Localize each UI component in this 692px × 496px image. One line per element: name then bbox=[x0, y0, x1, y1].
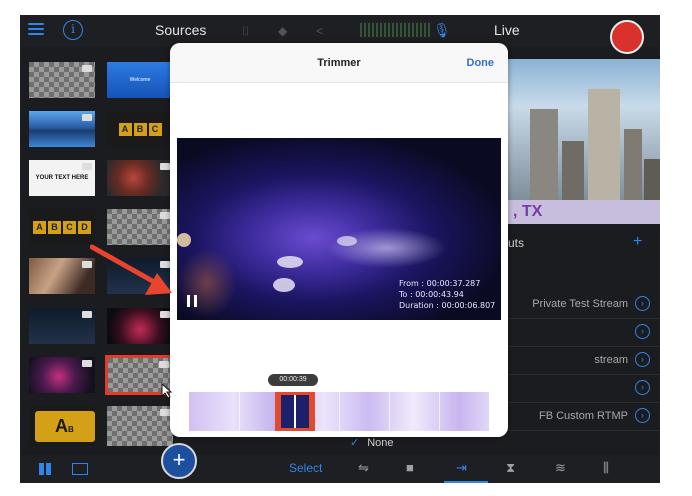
output-row[interactable]: › bbox=[500, 375, 660, 403]
source-thumb-abcd[interactable]: A B C D bbox=[29, 209, 95, 245]
output-row[interactable]: stream › bbox=[500, 347, 660, 375]
camera-icon[interactable]: ⌷ bbox=[242, 24, 249, 39]
menu-icon[interactable] bbox=[28, 23, 44, 37]
chevron-right-icon[interactable]: › bbox=[635, 352, 650, 367]
camera-icon[interactable]: ■ bbox=[406, 460, 414, 475]
live-preview bbox=[500, 59, 660, 219]
outputs-heading: uts bbox=[508, 236, 525, 250]
big-letter: A bbox=[55, 416, 68, 436]
source-thumb-empty-3[interactable] bbox=[107, 406, 173, 446]
big-letter-sub: B bbox=[68, 425, 74, 434]
trim-range-handle[interactable] bbox=[275, 392, 315, 431]
abc-letter: A bbox=[118, 122, 132, 136]
pause-icon[interactable] bbox=[187, 295, 197, 307]
none-label: None bbox=[367, 437, 394, 449]
select-button[interactable]: Select bbox=[289, 461, 322, 475]
output-label: FB Custom RTMP bbox=[538, 410, 628, 422]
abcd-letter: A bbox=[33, 220, 46, 234]
live-title: Live bbox=[494, 22, 520, 38]
your-text-label: YOUR TEXT HERE bbox=[35, 175, 89, 181]
grid-view-icon[interactable] bbox=[39, 463, 51, 475]
output-row[interactable]: Private Test Stream › bbox=[500, 291, 660, 319]
image-icon bbox=[160, 163, 170, 170]
done-button[interactable]: Done bbox=[467, 57, 495, 69]
layout-icon[interactable] bbox=[72, 463, 88, 475]
output-icon[interactable]: ⇥ bbox=[456, 460, 467, 476]
sources-title: Sources bbox=[155, 22, 207, 38]
levels-icon[interactable]: ⫼ bbox=[603, 460, 609, 476]
video-preview[interactable]: From : 00:00:37.287 To : 00:00:43.94 Dur… bbox=[177, 138, 501, 320]
abcd-letter: B bbox=[48, 220, 61, 234]
modal-header: Trimmer Done bbox=[170, 43, 508, 83]
none-option[interactable]: ✓ None bbox=[350, 436, 394, 449]
source-thumb-big-a[interactable]: AB bbox=[29, 406, 95, 446]
filmstrip[interactable] bbox=[189, 392, 489, 431]
record-button[interactable] bbox=[610, 20, 644, 54]
audio-meter bbox=[360, 23, 430, 37]
source-thumb-flower[interactable] bbox=[107, 160, 173, 196]
image-icon bbox=[160, 311, 170, 318]
output-label: Private Test Stream bbox=[532, 298, 628, 310]
info-icon[interactable]: i bbox=[63, 20, 83, 40]
layer-icon bbox=[82, 65, 92, 72]
layer-icon bbox=[160, 212, 170, 219]
output-row[interactable]: › bbox=[500, 319, 660, 347]
to-time: To : 00:00:43.94 bbox=[399, 290, 464, 299]
playhead[interactable] bbox=[294, 395, 296, 428]
lower-third-text: , TX bbox=[513, 203, 543, 220]
source-thumb-family[interactable] bbox=[29, 258, 95, 294]
chevron-right-icon[interactable]: › bbox=[635, 324, 650, 339]
sliders-icon[interactable]: ⇋ bbox=[358, 460, 369, 476]
source-thumb-lake[interactable] bbox=[29, 111, 95, 147]
abcd-letter: C bbox=[63, 220, 76, 234]
mouse-cursor-icon bbox=[161, 383, 173, 399]
share-icon[interactable]: < bbox=[316, 24, 323, 38]
active-tab-indicator bbox=[444, 481, 488, 483]
layer-icon bbox=[82, 163, 92, 170]
annotation-arrow-icon bbox=[90, 244, 172, 295]
source-thumb-welcome[interactable]: Welcome bbox=[107, 62, 173, 98]
from-time: From : 00:00:37.287 bbox=[399, 279, 481, 288]
dropbox-icon[interactable]: ◆ bbox=[278, 24, 287, 38]
abcd-letter: D bbox=[78, 220, 91, 234]
layer-icon bbox=[159, 361, 169, 368]
abc-letter: B bbox=[133, 122, 147, 136]
output-row[interactable]: FB Custom RTMP › bbox=[500, 403, 660, 431]
source-thumb-empty-2[interactable] bbox=[107, 209, 173, 245]
layer-icon bbox=[160, 409, 170, 416]
modal-title: Trimmer bbox=[317, 57, 361, 69]
welcome-text: Welcome bbox=[129, 77, 151, 83]
chevron-right-icon[interactable]: › bbox=[635, 296, 650, 311]
source-thumb-night[interactable] bbox=[29, 308, 95, 344]
chevron-right-icon[interactable]: › bbox=[635, 380, 650, 395]
duration-time: Duration : 00:00:06.807 bbox=[399, 301, 496, 310]
source-thumb-lights[interactable] bbox=[29, 357, 95, 393]
add-output-icon[interactable]: + bbox=[633, 233, 642, 251]
image-icon bbox=[82, 114, 92, 121]
image-icon bbox=[82, 360, 92, 367]
source-thumb-abc[interactable]: A B C bbox=[107, 111, 173, 147]
output-label: stream bbox=[594, 354, 628, 366]
mic-icon[interactable]: 🎙 bbox=[433, 22, 451, 39]
add-source-button[interactable]: + bbox=[161, 443, 197, 479]
abc-letter: C bbox=[148, 122, 162, 136]
trimmer-modal: Trimmer Done From : 00:00:37.287 To : 00… bbox=[170, 43, 508, 437]
image-icon bbox=[82, 311, 92, 318]
transition-icon[interactable]: ⧗ bbox=[506, 460, 515, 476]
chevron-right-icon[interactable]: › bbox=[635, 408, 650, 423]
check-icon: ✓ bbox=[350, 437, 360, 449]
source-thumb-stage[interactable] bbox=[107, 308, 173, 344]
source-thumb-empty-1[interactable] bbox=[29, 62, 95, 98]
audio-icon[interactable]: ≋ bbox=[555, 460, 566, 476]
trim-info: From : 00:00:37.287 To : 00:00:43.94 Dur… bbox=[399, 278, 495, 311]
big-letter-tile: AB bbox=[35, 411, 95, 442]
source-thumb-your-text[interactable]: YOUR TEXT HERE bbox=[29, 160, 95, 196]
bottom-bar: Select ⇋ ■ ⇥ ⧗ ≋ ⫼ bbox=[20, 455, 660, 483]
scrubber-time-badge: 00:00:39 bbox=[268, 374, 318, 386]
